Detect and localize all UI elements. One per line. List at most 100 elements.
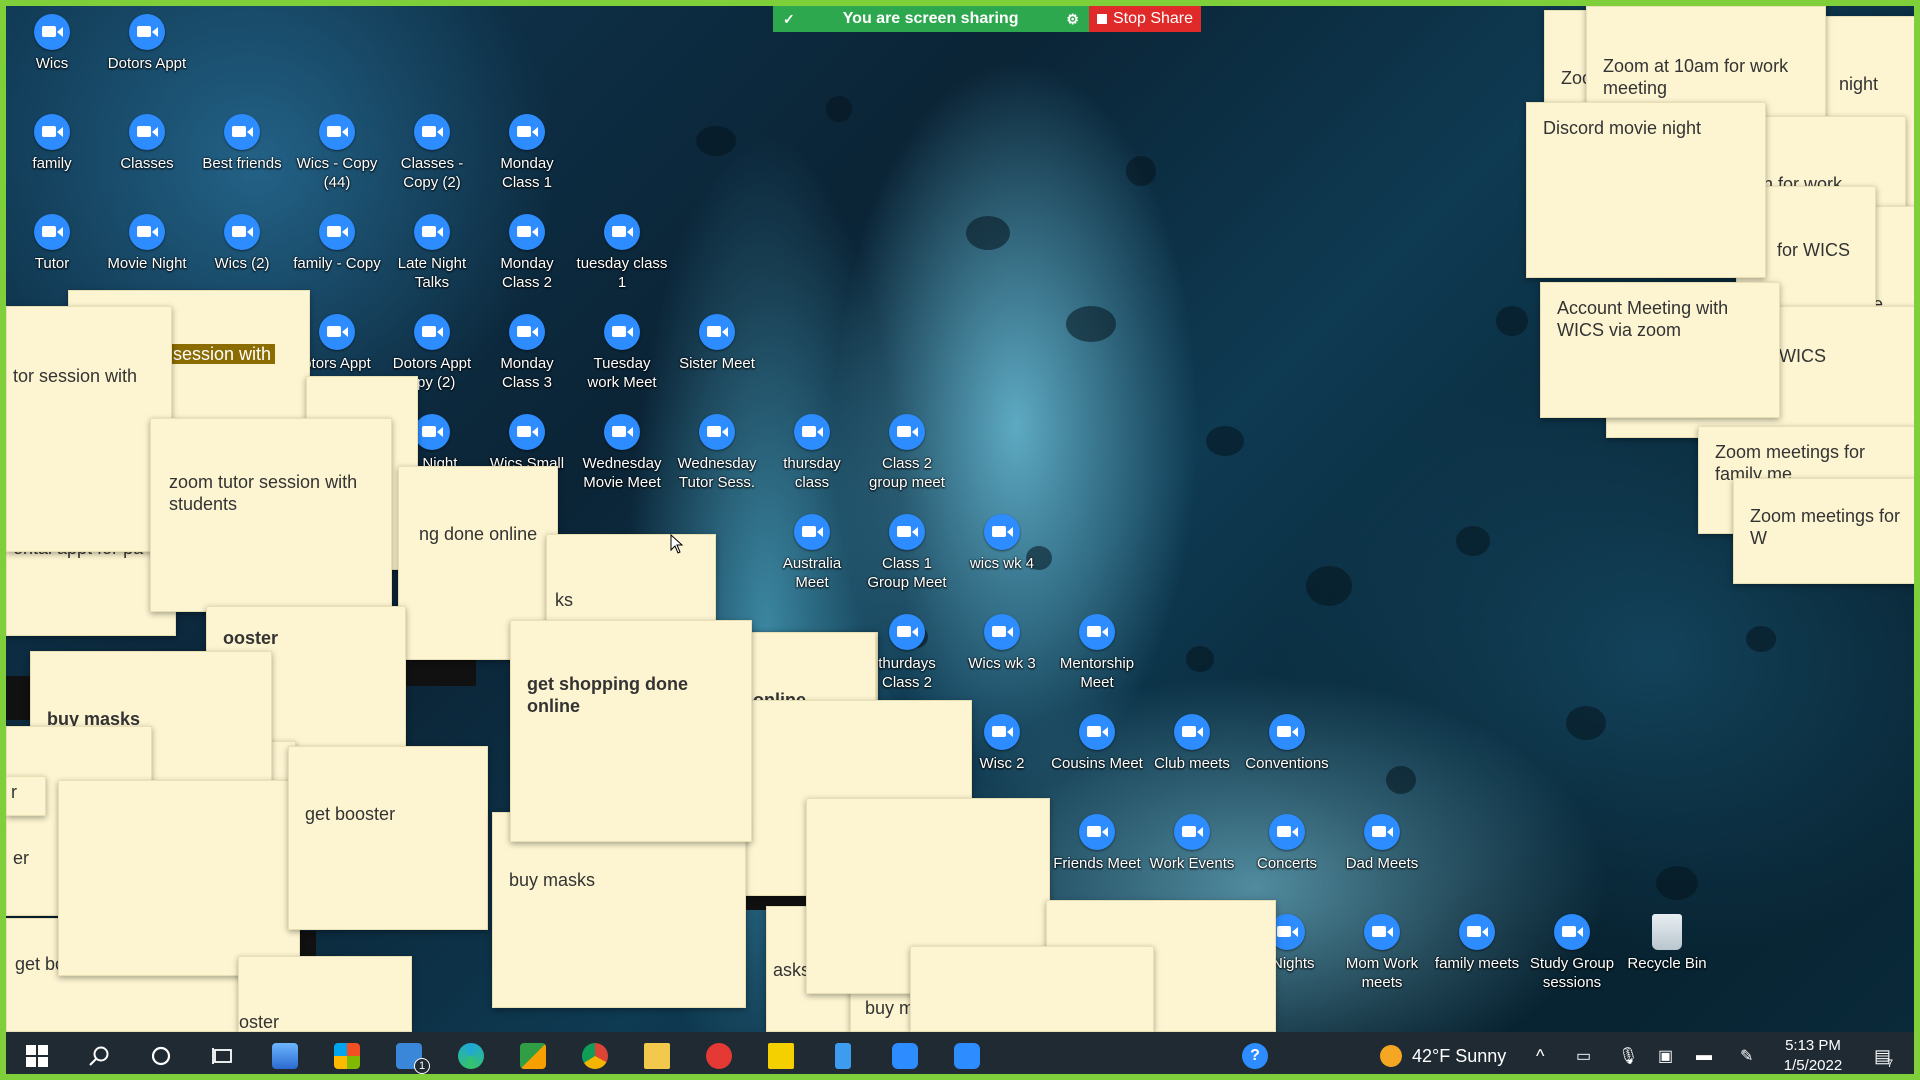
sticky-note[interactable] [910, 946, 1154, 1032]
share-status[interactable]: ✓ You are screen sharing ⚙ [773, 6, 1089, 32]
security-icon: ⚙ [1066, 10, 1079, 27]
zoom-icon [34, 214, 70, 250]
sticky-note[interactable]: get shopping done online [510, 620, 752, 842]
taskbar-app-zoom-1[interactable] [874, 1032, 936, 1074]
sticky-note[interactable]: Account Meeting with WICS via zoom [1540, 282, 1780, 418]
sticky-note[interactable]: zoom tutor session with students [150, 418, 392, 612]
store-icon [334, 1043, 360, 1069]
zoom-icon [1364, 814, 1400, 850]
desktop-icon-wics-copy-44[interactable]: Wics - Copy (44) [291, 114, 383, 192]
desktop-icon-monday-class-2[interactable]: Monday Class 2 [481, 214, 573, 292]
taskbar-app-desktop[interactable] [254, 1032, 316, 1074]
sticky-note[interactable]: Discord movie night [1526, 102, 1766, 278]
clock-date: 1/5/2022 [1783, 1057, 1843, 1074]
zoom-icon [414, 114, 450, 150]
desktop-icon-tuesday-class-1[interactable]: tuesday class 1 [576, 214, 668, 292]
desktop-icon-class1-group[interactable]: Class 1 Group Meet [861, 514, 953, 592]
taskbar-app-solitaire[interactable] [502, 1032, 564, 1074]
desktop-icon-classes-copy-2[interactable]: Classes - Copy (2) [386, 114, 478, 192]
desktop-icon-recycle-bin[interactable]: Recycle Bin [1621, 914, 1713, 973]
desktop-icon-mom-work-meets[interactable]: Mom Work meets [1336, 914, 1428, 992]
stop-icon [1096, 14, 1107, 24]
zoom-icon [699, 314, 735, 350]
sticky-note[interactable] [58, 780, 300, 976]
desktop-icon-mentorship-meet[interactable]: Mentorship Meet [1051, 614, 1143, 692]
help-tray[interactable]: ? [1242, 1032, 1268, 1074]
microphone-button[interactable]: 🎙 [1618, 1032, 1638, 1074]
desktop-icon-class2-group[interactable]: Class 2 group meet [861, 414, 953, 492]
taskbar-app-phone[interactable] [812, 1032, 874, 1074]
taskbar-app-zoom-2[interactable] [936, 1032, 998, 1074]
task-view-button[interactable] [192, 1032, 254, 1074]
taskbar-app-chrome[interactable] [564, 1032, 626, 1074]
sticky-note[interactable]: oster [238, 956, 412, 1032]
taskbar-app-media[interactable] [688, 1032, 750, 1074]
network-button[interactable]: ▣ [1658, 1032, 1674, 1074]
desktop-icon-movie-night[interactable]: Movie Night [101, 214, 193, 273]
start-button[interactable] [6, 1032, 68, 1074]
show-hidden-icons-button[interactable]: ^ [1536, 1032, 1544, 1074]
taskbar-app-mail[interactable]: 1 [378, 1032, 440, 1074]
desktop-icon-wics-2[interactable]: Wics (2) [196, 214, 288, 273]
zoom-icon [509, 214, 545, 250]
phone-icon [835, 1043, 851, 1069]
notifications-button[interactable]: ▤ 7 [1874, 1032, 1893, 1074]
desktop-icon-wics-wk3[interactable]: Wics wk 3 [956, 614, 1048, 673]
desktop-icon-wednesday-movie-meet[interactable]: Wednesday Movie Meet [576, 414, 668, 492]
search-button[interactable] [68, 1032, 130, 1074]
desktop-icon-dotors-appt[interactable]: Dotors Appt [101, 14, 193, 73]
desktop-icon-classes[interactable]: Classes [101, 114, 193, 173]
pen-icon: ✎ [1740, 1048, 1754, 1065]
desktop-icon-wics-wk4[interactable]: wics wk 4 [956, 514, 1048, 573]
zoom-icon [1459, 914, 1495, 950]
zoom-icon [129, 14, 165, 50]
desktop-icon-family-copy[interactable]: family - Copy [291, 214, 383, 273]
desktop-icon-concerts[interactable]: Concerts [1241, 814, 1333, 873]
desktop-icon-australia-meet[interactable]: Australia Meet [766, 514, 858, 592]
desktop-icon-wics-small[interactable]: Wics Small [481, 414, 573, 473]
desktop-icon-tuesday-work-meet[interactable]: Tuesday work Meet [576, 314, 668, 392]
taskbar-clock[interactable]: 5:13 PM 1/5/2022 [1768, 1036, 1858, 1074]
battery-button[interactable]: ▬ [1696, 1032, 1712, 1074]
desktop-icon-conventions[interactable]: Conventions [1241, 714, 1333, 773]
meet-now-button[interactable]: ▭ [1576, 1032, 1591, 1074]
zoom-icon [1554, 914, 1590, 950]
desktop-icon-club-meets[interactable]: Club meets [1146, 714, 1238, 773]
sticky-note[interactable]: get booster [288, 746, 488, 930]
desktop-icon-dad-meets[interactable]: Dad Meets [1336, 814, 1428, 873]
zoom-icon [984, 514, 1020, 550]
stop-share-button[interactable]: Stop Share [1089, 6, 1201, 32]
recycle-bin-icon [1652, 914, 1682, 950]
desktop-icon-monday-class-1[interactable]: Monday Class 1 [481, 114, 573, 192]
taskbar-app-sticky-notes[interactable] [750, 1032, 812, 1074]
desktop-icon-best-friends[interactable]: Best friends [196, 114, 288, 173]
desktop-icon-late-night-talks[interactable]: Late Night Talks [386, 214, 478, 292]
sticky-note[interactable]: r [6, 776, 46, 816]
desktop-icon-monday-class-3[interactable]: Monday Class 3 [481, 314, 573, 392]
pen-button[interactable]: ✎ [1740, 1032, 1754, 1074]
sticky-note[interactable]: tor session with [6, 306, 172, 552]
cortana-button[interactable] [130, 1032, 192, 1074]
desktop-icon-wednesday-tutor[interactable]: Wednesday Tutor Sess. [671, 414, 763, 492]
zoom-icon [1174, 814, 1210, 850]
taskbar-app-store[interactable] [316, 1032, 378, 1074]
sticky-note[interactable]: Zoom meetings for W [1733, 478, 1914, 584]
desktop-icon-family-meets[interactable]: family meets [1431, 914, 1523, 973]
taskbar-app-explorer[interactable] [626, 1032, 688, 1074]
desktop-icon-friends-meet[interactable]: Friends Meet [1051, 814, 1143, 873]
network-icon: ▣ [1658, 1048, 1674, 1065]
weather-widget[interactable]: 42°F Sunny [1380, 1032, 1506, 1074]
desktop-icon-tutor[interactable]: Tutor [6, 214, 98, 273]
desktop-icon-wics[interactable]: Wics [6, 14, 98, 73]
desktop-icon-cousins-meet[interactable]: Cousins Meet [1051, 714, 1143, 773]
desktop-icon-work-events[interactable]: Work Events [1146, 814, 1238, 873]
cortana-icon [151, 1046, 171, 1066]
desktop: Wics Dotors Appt family Classes Best fri… [0, 0, 1920, 1080]
taskbar-app-edge[interactable] [440, 1032, 502, 1074]
zoom-icon [1269, 714, 1305, 750]
desktop-icon-thursday-class[interactable]: thursday class [766, 414, 858, 492]
desktop-icon-study-group[interactable]: Study Group sessions [1526, 914, 1618, 992]
desktop-icon-family[interactable]: family [6, 114, 98, 173]
zoom-app-icon [892, 1043, 918, 1069]
desktop-icon-sister-meet[interactable]: Sister Meet [671, 314, 763, 373]
